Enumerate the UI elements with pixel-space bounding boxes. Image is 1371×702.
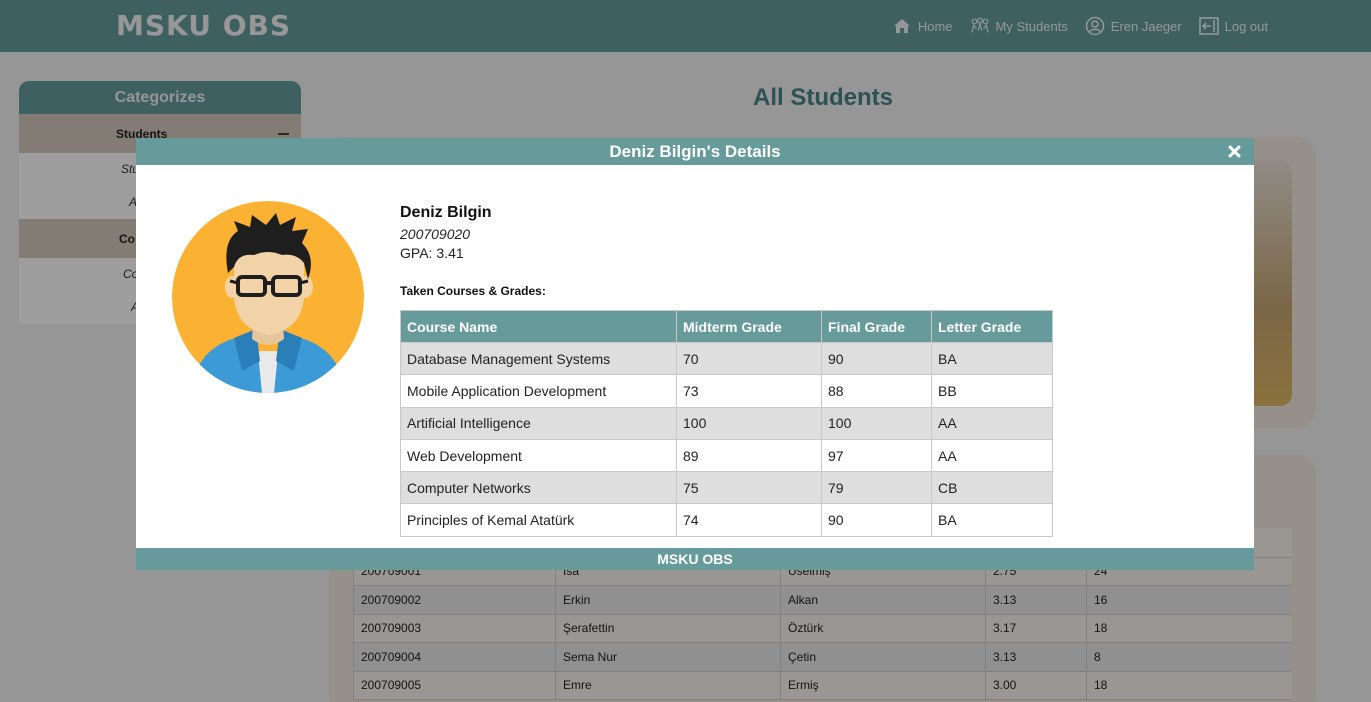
course-name-cell: Artificial Intelligence <box>400 406 677 440</box>
column-header: Final Grade <box>821 310 932 343</box>
course-name-cell: Mobile Application Development <box>400 374 677 408</box>
grade-row: Database Management Systems 70 90 BA <box>400 341 1053 376</box>
letter-cell: AA <box>931 438 1053 473</box>
close-icon[interactable] <box>1227 144 1241 158</box>
final-cell: 79 <box>821 471 932 505</box>
midterm-cell: 75 <box>676 471 822 505</box>
grades-table: Course Name Midterm Grade Final Grade Le… <box>400 310 1053 537</box>
courses-label: Taken Courses & Grades: <box>400 284 546 298</box>
final-cell: 90 <box>821 503 932 537</box>
midterm-cell: 70 <box>676 341 822 376</box>
final-cell: 88 <box>821 374 932 408</box>
grades-header-row: Course Name Midterm Grade Final Grade Le… <box>400 310 1053 343</box>
modal-title: Deniz Bilgin's Details <box>609 142 781 161</box>
final-cell: 97 <box>821 438 932 473</box>
modal-footer: MSKU OBS <box>136 548 1254 570</box>
course-name-cell: Principles of Kemal Atatürk <box>400 503 677 537</box>
letter-cell: BA <box>931 503 1053 537</box>
course-name-cell: Database Management Systems <box>400 341 677 376</box>
letter-cell: BB <box>931 374 1053 408</box>
student-name: Deniz Bilgin <box>400 204 492 221</box>
letter-cell: CB <box>931 471 1053 505</box>
midterm-cell: 100 <box>676 406 822 440</box>
midterm-cell: 89 <box>676 438 822 473</box>
letter-cell: AA <box>931 406 1053 440</box>
student-id: 200709020 <box>400 226 471 242</box>
gpa-value: 3.41 <box>436 245 464 261</box>
final-cell: 90 <box>821 341 932 376</box>
column-header: Course Name <box>400 310 677 343</box>
grade-row: Artificial Intelligence 100 100 AA <box>400 406 1053 440</box>
student-info: Deniz Bilgin 200709020 GPA: 3.41 <box>400 204 492 261</box>
letter-cell: BA <box>931 341 1053 376</box>
column-header: Midterm Grade <box>676 310 822 343</box>
grade-row: Web Development 89 97 AA <box>400 438 1053 473</box>
final-cell: 100 <box>821 406 932 440</box>
student-gpa: GPA: 3.41 <box>400 245 492 261</box>
grade-row: Mobile Application Development 73 88 BB <box>400 374 1053 408</box>
student-details-modal: Deniz Bilgin's Details Deniz Bilgin 2007… <box>136 138 1254 570</box>
grade-row: Computer Networks 75 79 CB <box>400 471 1053 505</box>
midterm-cell: 74 <box>676 503 822 537</box>
column-header: Letter Grade <box>931 310 1053 343</box>
midterm-cell: 73 <box>676 374 822 408</box>
grade-row: Principles of Kemal Atatürk 74 90 BA <box>400 503 1053 537</box>
course-name-cell: Computer Networks <box>400 471 677 505</box>
gpa-label: GPA: <box>400 245 433 261</box>
modal-header: Deniz Bilgin's Details <box>136 138 1254 165</box>
course-name-cell: Web Development <box>400 438 677 473</box>
avatar <box>172 201 364 393</box>
